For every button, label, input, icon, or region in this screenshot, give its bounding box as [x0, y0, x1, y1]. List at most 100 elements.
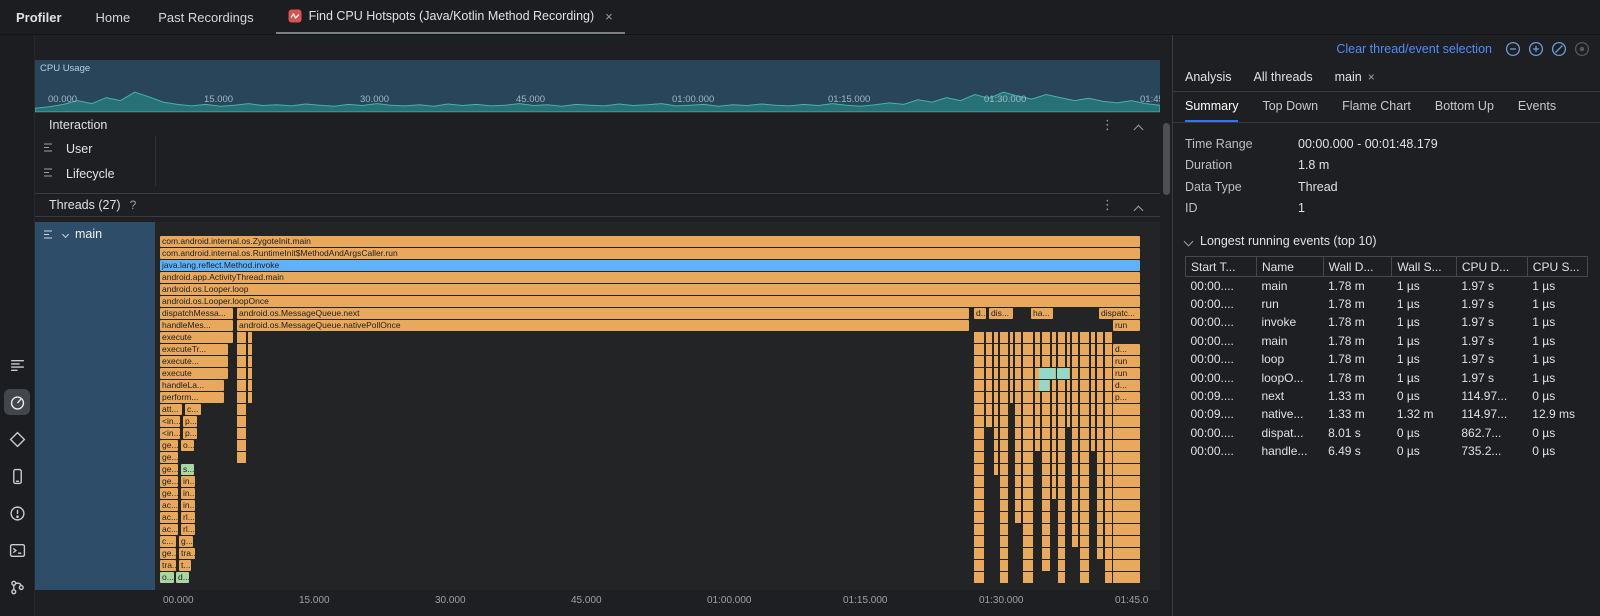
call-chart-frame[interactable]: o...	[181, 440, 194, 451]
subtab-events[interactable]: Events	[1518, 92, 1556, 122]
call-chart-frame[interactable]: ac...	[160, 500, 178, 511]
call-chart-frame[interactable]: d...	[176, 572, 189, 583]
analysis-tab-all-threads[interactable]: All threads	[1254, 70, 1313, 84]
call-chart-frame[interactable]: ge...	[160, 548, 176, 559]
analysis-tab-main[interactable]: main×	[1335, 70, 1375, 84]
call-chart-frame[interactable]: p...	[1113, 392, 1140, 403]
call-stack-cluster[interactable]	[1015, 332, 1021, 523]
problems-icon[interactable]	[4, 500, 30, 526]
call-chart-frame[interactable]: com.android.internal.os.RuntimeInit$Meth…	[160, 248, 1140, 259]
call-chart-frame[interactable]: execute...	[160, 356, 228, 367]
call-chart-frame[interactable]: perform...	[160, 392, 224, 403]
call-chart-frame[interactable]: ge...	[160, 476, 178, 487]
terminal-icon[interactable]	[4, 537, 30, 563]
events-table-row[interactable]: 00:00....main1.78 m1 µs1.97 s1 µs	[1186, 277, 1588, 295]
call-chart-frame[interactable]: p...	[183, 416, 197, 427]
call-stack-cluster[interactable]	[1067, 332, 1070, 427]
call-stack-cluster[interactable]	[1010, 332, 1013, 403]
subtab-top-down[interactable]: Top Down	[1262, 92, 1318, 122]
call-chart-frame[interactable]: ge...	[160, 464, 178, 475]
call-chart-frame[interactable]: <in...	[160, 416, 180, 427]
call-chart-frame[interactable]: p...	[183, 428, 197, 439]
call-chart-frame[interactable]: ge...	[160, 440, 178, 451]
call-chart-frame[interactable]: ge...	[160, 488, 178, 499]
call-stack-cluster[interactable]	[1091, 332, 1095, 451]
call-chart-frame[interactable]: handleMes...	[160, 320, 233, 331]
zoom-reset-button[interactable]	[1551, 41, 1567, 57]
events-table-row[interactable]: 00:00....loop1.78 m1 µs1.97 s1 µs	[1186, 350, 1588, 368]
call-chart-frame[interactable]: execute	[160, 332, 233, 343]
call-chart-frame[interactable]: android.os.Looper.loopOnce	[160, 296, 1140, 307]
call-chart-frame[interactable]: com.android.internal.os.ZygoteInit.main	[160, 236, 1140, 247]
collapse-threads-icon[interactable]	[1135, 203, 1142, 217]
call-chart-frame[interactable]: d...	[1113, 344, 1140, 355]
call-chart-frame[interactable]: java.lang.reflect.Method.invoke	[160, 260, 1140, 271]
call-chart-frame[interactable]: dis...	[989, 308, 1013, 319]
vertical-scrollbar[interactable]	[1163, 123, 1170, 195]
clear-selection-link[interactable]: Clear thread/event selection	[1336, 42, 1492, 56]
call-chart-frame[interactable]: executeTr...	[160, 344, 228, 355]
call-stack-cluster[interactable]	[1035, 332, 1040, 451]
subtab-summary[interactable]: Summary	[1185, 92, 1238, 122]
version-control-icon[interactable]	[4, 574, 30, 600]
events-table-row[interactable]: 00:00....loopO...1.78 m1 µs1.97 s1 µs	[1186, 368, 1588, 386]
events-table-row[interactable]: 00:00....run1.78 m1 µs1.97 s1 µs	[1186, 295, 1588, 313]
call-chart-frame[interactable]: d...	[974, 308, 986, 319]
call-chart-frame[interactable]: d...	[1113, 380, 1140, 391]
call-chart-frame[interactable]: in...	[181, 476, 195, 487]
zoom-to-selection-button[interactable]	[1574, 41, 1590, 57]
call-chart-frame[interactable]: android.os.Looper.loop	[160, 284, 1140, 295]
nav-past-recordings[interactable]: Past Recordings	[144, 0, 267, 34]
longest-events-header[interactable]: Longest running events (top 10)	[1173, 221, 1600, 256]
call-chart-frame[interactable]: rl...	[181, 512, 195, 523]
call-chart-frame[interactable]: run	[1113, 356, 1140, 367]
call-stack-cluster[interactable]	[1023, 332, 1033, 583]
call-chart-frame[interactable]: ha...	[1031, 308, 1053, 319]
call-stack-cluster[interactable]	[1113, 404, 1140, 583]
threads-help-icon[interactable]: ?	[130, 198, 137, 212]
track-row-lifecycle[interactable]: Lifecycle	[35, 161, 1160, 186]
profiler-icon[interactable]	[4, 389, 30, 415]
close-tab-icon[interactable]: ×	[605, 9, 613, 24]
call-chart-frame[interactable]: t...	[179, 560, 191, 571]
events-table-row[interactable]: 00:00....main1.78 m1 µs1.97 s1 µs	[1186, 332, 1588, 350]
call-chart-frame[interactable]: c...	[160, 536, 176, 547]
events-table-header-cell[interactable]: CPU S...	[1527, 257, 1587, 277]
call-chart-frame[interactable]: ac...	[160, 512, 178, 523]
call-stack-cluster[interactable]	[1105, 332, 1112, 583]
events-table-header-cell[interactable]: Wall S...	[1392, 257, 1456, 277]
call-chart-frame[interactable]: c...	[185, 404, 201, 415]
call-stack-cluster[interactable]	[237, 332, 246, 463]
events-table-row[interactable]: 00:00....dispat...8.01 s0 µs862.7...0 µs	[1186, 424, 1588, 442]
track-row-user[interactable]: User	[35, 136, 1160, 161]
call-chart-frame[interactable]: run	[1113, 320, 1140, 331]
call-chart-frame[interactable]: android.os.MessageQueue.nativePollOnce	[237, 320, 969, 331]
subtab-bottom-up[interactable]: Bottom Up	[1435, 92, 1494, 122]
events-table-row[interactable]: 00:00....handle...6.49 s0 µs735.2...0 µs	[1186, 442, 1588, 460]
call-chart-frame[interactable]: s...	[181, 464, 194, 475]
call-chart-frame[interactable]: o...	[160, 572, 174, 583]
threads-menu-icon[interactable]: ⋮	[1101, 197, 1114, 213]
call-chart-frame[interactable]: execute	[160, 368, 228, 379]
call-stack-cluster[interactable]	[248, 332, 252, 403]
call-chart-frame[interactable]	[1057, 368, 1069, 379]
call-chart-frame[interactable]: rl...	[181, 524, 195, 535]
close-tab-icon[interactable]: ×	[1368, 70, 1375, 84]
call-chart-frame[interactable]: dispatchMessa...	[160, 308, 233, 319]
interaction-menu-icon[interactable]: ⋮	[1101, 117, 1114, 133]
call-chart-frame[interactable]: run	[1113, 368, 1140, 379]
call-stack-cluster[interactable]	[1052, 332, 1056, 499]
app-quality-insights-icon[interactable]	[4, 426, 30, 452]
call-chart-frame[interactable]: android.app.ActivityThread.main	[160, 272, 1140, 283]
events-table-header-cell[interactable]: Name	[1256, 257, 1323, 277]
tab-find-cpu-hotspots[interactable]: Find CPU Hotspots (Java/Kotlin Method Re…	[276, 0, 625, 34]
call-chart-frame[interactable]: handleLa...	[160, 380, 224, 391]
logcat-icon[interactable]	[4, 352, 30, 378]
call-stack-cluster[interactable]	[1097, 332, 1103, 559]
call-chart-frame[interactable]: att...	[160, 404, 182, 415]
call-chart-frame[interactable]: in...	[181, 500, 195, 511]
events-table-row[interactable]: 00:00....invoke1.78 m1 µs1.97 s1 µs	[1186, 313, 1588, 331]
zoom-out-button[interactable]	[1505, 41, 1521, 57]
events-table-header-cell[interactable]: CPU D...	[1456, 257, 1527, 277]
events-table-row[interactable]: 00:09....native...1.33 m1.32 m114.97...1…	[1186, 405, 1588, 423]
